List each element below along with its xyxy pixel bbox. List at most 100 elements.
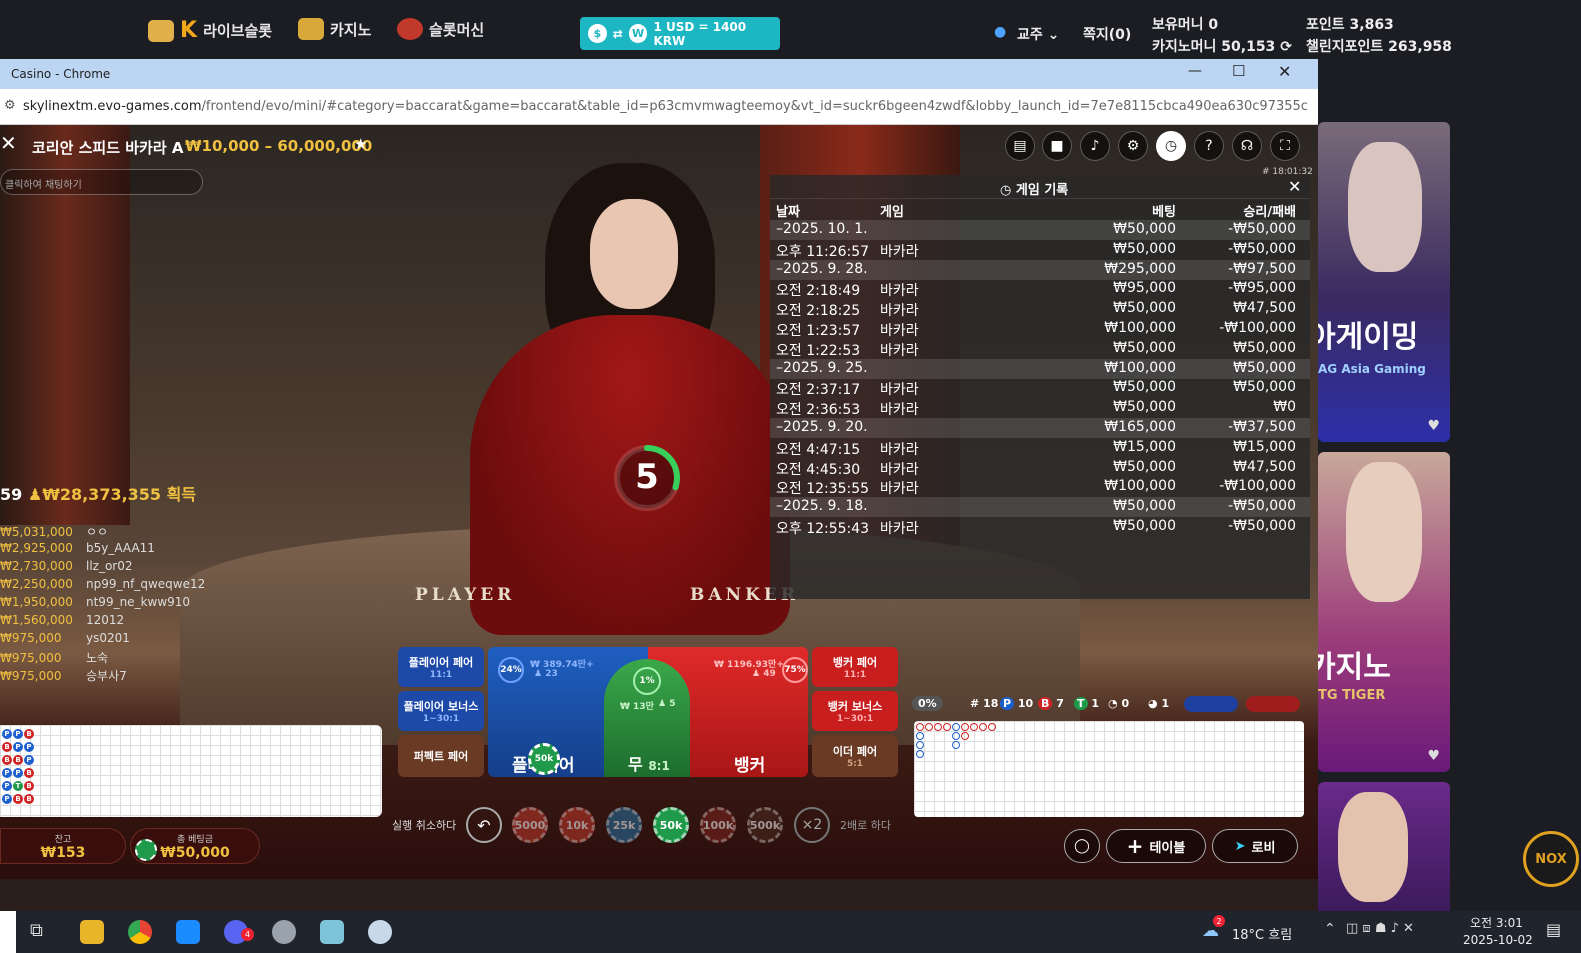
chip-500k[interactable]: 500k xyxy=(747,807,783,843)
chat-input[interactable]: 클릭하여 채팅하기 xyxy=(0,169,203,195)
banker-pair-bet[interactable]: 뱅커 페어 11:1 xyxy=(812,647,898,687)
nav-casino[interactable]: 카지노 xyxy=(298,18,371,40)
chrome-icon[interactable] xyxy=(128,920,152,944)
perfect-pair-bet[interactable]: 퍼펙트 페어 xyxy=(398,735,484,777)
bead-p: P xyxy=(24,755,34,765)
region-selector[interactable]: 교주 ⌄ xyxy=(1017,24,1059,44)
promo-card-tg[interactable]: 카지노 TG TIGER ♥ xyxy=(1318,452,1450,772)
chip-stack-icon xyxy=(135,839,157,861)
history-result: -₩95,000 xyxy=(1228,280,1296,297)
history-bet: ₩50,000 xyxy=(1113,300,1176,317)
chip-100k[interactable]: 100k xyxy=(700,807,736,843)
chip-5000[interactable]: 5000 xyxy=(512,807,548,843)
won-icon: W xyxy=(628,24,648,43)
url-text: skylinextm.evo-games.com/frontend/evo/mi… xyxy=(23,99,1308,114)
big-road-mark xyxy=(952,741,960,749)
file-explorer-icon[interactable] xyxy=(80,920,104,944)
task-view-icon[interactable]: ⧉ xyxy=(30,920,43,941)
history-icon[interactable]: ◷ xyxy=(1156,131,1186,161)
chip-10k[interactable]: 10k xyxy=(559,807,595,843)
tie-bet[interactable]: 1% ₩ 13만 ♟ 5 무 8:1 xyxy=(604,659,690,777)
promo-card-3[interactable] xyxy=(1318,782,1450,916)
k-logo-icon: K xyxy=(180,18,198,43)
favorite-star-icon[interactable]: ★ xyxy=(354,135,367,153)
settings-icon[interactable]: ⚙ xyxy=(1118,131,1148,161)
lobby-arrow-icon: ➤ xyxy=(1234,838,1246,854)
banker-count-value: 49 xyxy=(763,669,776,679)
refresh-icon[interactable]: ⟳ xyxy=(1280,39,1292,55)
notepad-icon[interactable] xyxy=(320,920,344,944)
nav-slot-machine[interactable]: 슬롯머신 xyxy=(397,18,484,40)
bead-p: P xyxy=(13,768,23,778)
history-date-group: –2025. 9. 25. ₩100,000 ₩50,000 xyxy=(770,358,1310,379)
road-player-stat: P 10 xyxy=(1000,697,1033,710)
minimize-icon[interactable]: — xyxy=(1188,63,1202,79)
notification-icon[interactable]: ▤ xyxy=(1546,920,1561,939)
double-button[interactable]: ×2 xyxy=(794,807,830,843)
history-result: -₩50,000 xyxy=(1228,221,1296,237)
support-icon[interactable]: ☊ xyxy=(1232,131,1262,161)
banker-pair-dot-icon: ◕ xyxy=(1148,697,1158,710)
exchange-rate-badge: $ ⇄ W 1 USD = 1400 KRW xyxy=(580,17,780,50)
tie-percent: 1% xyxy=(633,667,661,695)
promo-card-ag[interactable]: 아게이밍 AG Asia Gaming ♥ xyxy=(1318,122,1450,442)
banker-predict-button[interactable] xyxy=(1246,696,1300,712)
windows-taskbar: ⧉ 4 ☁ 2 18°C 흐림 ⌃ ◫ ⧈ ☗ ♪ ✕ 오전 3:01 2025… xyxy=(0,911,1581,953)
balance-label: 잔고 xyxy=(54,835,72,845)
history-bet: ₩50,000 xyxy=(1113,458,1176,475)
player-bonus-bet[interactable]: 플레이어 보너스 1~30:1 xyxy=(398,691,484,731)
help-icon[interactable]: ? xyxy=(1194,131,1224,161)
add-table-button[interactable]: + 테이블 xyxy=(1106,829,1206,863)
player-predict-button[interactable] xyxy=(1184,696,1238,712)
chat-placeholder: 클릭하여 채팅하기 xyxy=(5,180,82,191)
video-icon[interactable]: ■ xyxy=(1042,131,1072,161)
maximize-icon[interactable]: ☐ xyxy=(1232,62,1245,80)
fullscreen-icon[interactable]: ⛶ xyxy=(1270,131,1300,161)
chat-icon[interactable]: ▤ xyxy=(1005,131,1035,161)
history-result: ₩50,000 xyxy=(1233,339,1296,356)
messenger-icon[interactable] xyxy=(176,920,200,944)
paint-icon[interactable] xyxy=(368,920,392,944)
discord-icon[interactable]: 4 xyxy=(224,920,254,944)
history-result: ₩15,000 xyxy=(1233,438,1296,455)
chat-bubble-icon[interactable]: ◯ xyxy=(1064,829,1100,863)
winner-name: np99_nf_qweqwe12 xyxy=(86,577,206,591)
chip-25k[interactable]: 25k xyxy=(606,807,642,843)
lobby-button[interactable]: ➤ 로비 xyxy=(1212,829,1298,863)
heart-icon[interactable]: ♥ xyxy=(1427,748,1440,764)
tie-odds: 8:1 xyxy=(648,759,670,773)
bet-odds: 5:1 xyxy=(846,759,864,769)
close-window-icon[interactable]: ✕ xyxy=(1278,62,1291,81)
history-date: 오후 12:55:43 xyxy=(776,521,870,537)
winner-name: ys0201 xyxy=(86,631,130,645)
points: 포인트 3,863 xyxy=(1306,17,1394,33)
messages-link[interactable]: 쪽지(0) xyxy=(1083,24,1131,44)
tray-chevron-icon[interactable]: ⌃ xyxy=(1324,921,1336,937)
road-zero-percent: 0% xyxy=(912,696,943,711)
close-game-icon[interactable]: ✕ xyxy=(0,131,17,155)
site-info-icon[interactable]: ⚙ xyxy=(4,98,16,113)
win-banner: 59 ♟₩28,373,355 획득 xyxy=(0,481,196,505)
nox-logo-icon[interactable]: NOX xyxy=(1523,831,1579,887)
nav-label: 라이브슬롯 xyxy=(203,22,273,40)
heart-icon[interactable]: ♥ xyxy=(1427,418,1440,434)
bead-b: B xyxy=(24,794,34,804)
either-pair-bet[interactable]: 이더 페어 5:1 xyxy=(812,735,898,777)
banker-bonus-bet[interactable]: 뱅커 보너스 1~30:1 xyxy=(812,691,898,731)
chip-50k[interactable]: 50k xyxy=(653,807,689,843)
app-icon[interactable] xyxy=(272,920,296,944)
nav-live-slot[interactable]: K 라이브슬롯 xyxy=(148,18,272,43)
undo-icon[interactable]: ↶ xyxy=(466,807,502,843)
history-date-group: –2025. 9. 20. ₩165,000 -₩37,500 xyxy=(770,418,1310,438)
sound-icon[interactable]: ♪ xyxy=(1080,131,1110,161)
slot-icon xyxy=(148,19,174,42)
player-pair-bet[interactable]: 플레이어 페어 11:1 xyxy=(398,647,484,687)
tray-icons[interactable]: ◫ ⧈ ☗ ♪ ✕ xyxy=(1346,921,1414,936)
history-game: 바카라 xyxy=(880,323,919,339)
start-button[interactable] xyxy=(0,911,16,953)
bead-road-left: PBBPPPPPBPTBBPPBBB xyxy=(0,725,382,817)
close-history-icon[interactable]: ✕ xyxy=(1288,177,1301,196)
clock-date: 2025-10-02 xyxy=(1463,933,1533,947)
address-bar[interactable]: ⚙ skylinextm.evo-games.com/frontend/evo/… xyxy=(0,89,1318,125)
history-row: 오전 2:36:53 바카라 ₩50,000 ₩0 xyxy=(770,398,1310,418)
